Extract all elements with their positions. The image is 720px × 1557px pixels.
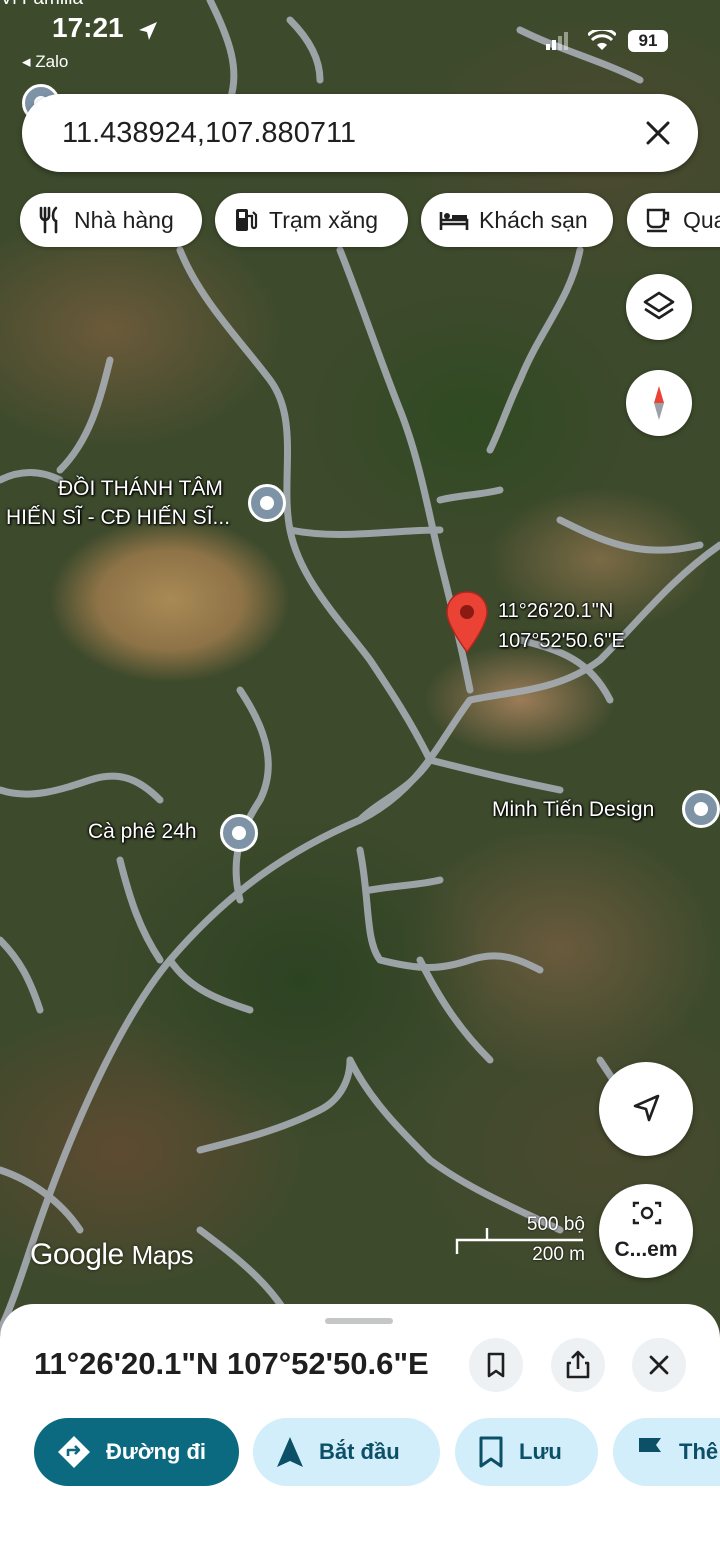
satellite-map[interactable]: Vi Familia 17:21 ◂ Zalo 91 11.438924,107…	[0, 0, 720, 1340]
action-label: Lưu	[519, 1439, 562, 1464]
save-icon-button[interactable]	[469, 1338, 523, 1392]
scale-bar: 500 bộ 200 m	[455, 1214, 585, 1265]
action-label: Bắt đầu	[319, 1439, 400, 1464]
camera-label: C...em	[614, 1238, 678, 1261]
pin-latitude-label: 11°26'20.1"N	[498, 600, 614, 622]
chip-hotels[interactable]: Khách sạn	[421, 193, 613, 247]
search-input[interactable]: 11.438924,107.880711	[62, 94, 356, 172]
place-label-cafe[interactable]: Cà phê 24h	[88, 820, 197, 844]
camera-icon	[632, 1201, 662, 1225]
navigation-arrow-icon	[277, 1437, 303, 1467]
place-label-church[interactable]: ĐỒI THÁNH TÂM	[58, 477, 223, 501]
chip-label: Khách sạn	[479, 206, 588, 233]
battery-indicator: 91	[628, 30, 668, 52]
logo-maps: Maps	[131, 1240, 194, 1270]
my-location-button[interactable]	[599, 1062, 693, 1156]
place-bottom-sheet[interactable]: 11°26'20.1"N 107°52'50.6"E Đường đi Bắt …	[0, 1304, 720, 1557]
chip-coffee[interactable]: Qua	[627, 193, 720, 247]
chip-label: Nhà hàng	[74, 206, 174, 233]
google-maps-logo: Google Maps	[30, 1238, 194, 1272]
back-to-app[interactable]: ◂ Zalo	[22, 52, 68, 72]
directions-button[interactable]: Đường đi	[34, 1418, 239, 1486]
add-label-button[interactable]: Thê	[613, 1418, 720, 1486]
place-label-church-line2[interactable]: HIẾN SĨ - CĐ HIẾN SĨ...	[6, 506, 230, 530]
chip-restaurants[interactable]: Nhà hàng	[20, 193, 202, 247]
action-label: Thê	[679, 1439, 719, 1464]
scale-metric: 200 m	[532, 1244, 585, 1265]
action-label: Đường đi	[106, 1439, 206, 1464]
status-bar: Vi Familia 17:21 ◂ Zalo 91	[0, 0, 720, 80]
church-icon[interactable]	[248, 484, 286, 522]
place-icon[interactable]	[220, 814, 258, 852]
compass-button[interactable]	[626, 370, 692, 436]
wifi-icon	[588, 30, 616, 50]
chip-label: Trạm xăng	[269, 206, 379, 233]
pin-longitude-label: 107°52'50.6"E	[498, 630, 625, 652]
layers-icon	[643, 291, 675, 320]
place-title: 11°26'20.1"N 107°52'50.6"E	[34, 1346, 429, 1381]
chip-label: Qua	[683, 206, 720, 233]
restaurant-icon	[39, 206, 58, 234]
search-bar[interactable]: 11.438924,107.880711	[22, 94, 698, 172]
camera-button[interactable]: C...em	[599, 1184, 693, 1278]
chip-gas-stations[interactable]: Trạm xăng	[215, 193, 408, 247]
scale-imperial: 500 bộ	[526, 1214, 585, 1235]
coffee-icon	[646, 208, 670, 233]
logo-google: Google	[30, 1238, 124, 1271]
dropped-pin-icon[interactable]	[444, 590, 490, 656]
close-icon	[649, 1355, 669, 1375]
layers-button[interactable]	[626, 274, 692, 340]
action-buttons: Đường đi Bắt đầu Lưu Thê	[0, 1418, 720, 1486]
start-button[interactable]: Bắt đầu	[253, 1418, 440, 1486]
clock: 17:21	[52, 12, 124, 43]
compass-icon	[654, 386, 664, 420]
signal-icon	[546, 32, 568, 50]
close-icon[interactable]	[638, 113, 678, 153]
drag-handle[interactable]	[325, 1318, 393, 1324]
bookmark-icon	[479, 1436, 503, 1468]
gas-station-icon	[236, 209, 258, 231]
close-sheet-button[interactable]	[632, 1338, 686, 1392]
bookmark-icon	[487, 1352, 505, 1378]
flag-icon	[639, 1438, 661, 1467]
hotel-icon	[439, 212, 469, 230]
top-partial-label: Vi Familia	[0, 0, 83, 10]
directions-icon	[58, 1436, 90, 1468]
navigation-arrow-icon	[633, 1094, 660, 1122]
place-icon[interactable]	[682, 790, 720, 828]
share-icon	[566, 1350, 590, 1379]
place-label-design[interactable]: Minh Tiến Design	[492, 798, 654, 822]
save-button[interactable]: Lưu	[455, 1418, 598, 1486]
location-arrow-icon	[139, 22, 157, 40]
share-button[interactable]	[551, 1338, 605, 1392]
category-chips: Nhà hàng Trạm xăng Khách sạn Qua	[0, 193, 720, 247]
